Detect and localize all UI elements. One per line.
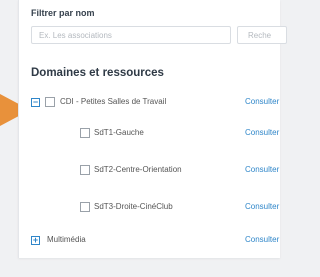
tree-row-multimedia: + Multimédia Consulter	[19, 232, 280, 252]
resource-checkbox[interactable]	[80, 165, 90, 175]
tree-item-label: Multimédia	[47, 235, 86, 244]
resources-panel: Filtrer par nom Reche Domaines et ressou…	[18, 0, 287, 258]
tree-row-sdt2: SdT2-Centre-Orientation Consulter	[19, 162, 280, 182]
tree-row-sdt1: SdT1-Gauche Consulter	[19, 125, 280, 145]
collapse-toggle-icon[interactable]: −	[31, 98, 40, 107]
tree-row-cdi: − CDI - Petites Salles de Travail Consul…	[19, 94, 280, 114]
section-title: Domaines et ressources	[31, 67, 164, 79]
consult-link[interactable]: Consulter	[245, 235, 279, 244]
tree-item-label: SdT1-Gauche	[94, 128, 144, 137]
consult-link[interactable]: Consulter	[245, 165, 279, 174]
tree-item-label: SdT2-Centre-Orientation	[94, 165, 182, 174]
consult-link[interactable]: Consulter	[245, 202, 279, 211]
consult-link[interactable]: Consulter	[245, 128, 279, 137]
expand-toggle-icon[interactable]: +	[31, 236, 40, 245]
tree-item-label: CDI - Petites Salles de Travail	[60, 97, 167, 106]
consult-link[interactable]: Consulter	[245, 97, 279, 106]
filter-label: Filtrer par nom	[31, 8, 95, 18]
resource-checkbox[interactable]	[80, 128, 90, 138]
name-filter-input[interactable]	[31, 26, 231, 44]
tree-row-sdt3: SdT3-Droite-CinéClub Consulter	[19, 199, 280, 219]
search-button[interactable]: Reche	[237, 26, 287, 44]
resource-checkbox[interactable]	[80, 202, 90, 212]
group-checkbox[interactable]	[45, 97, 55, 107]
tree-item-label: SdT3-Droite-CinéClub	[94, 202, 173, 211]
